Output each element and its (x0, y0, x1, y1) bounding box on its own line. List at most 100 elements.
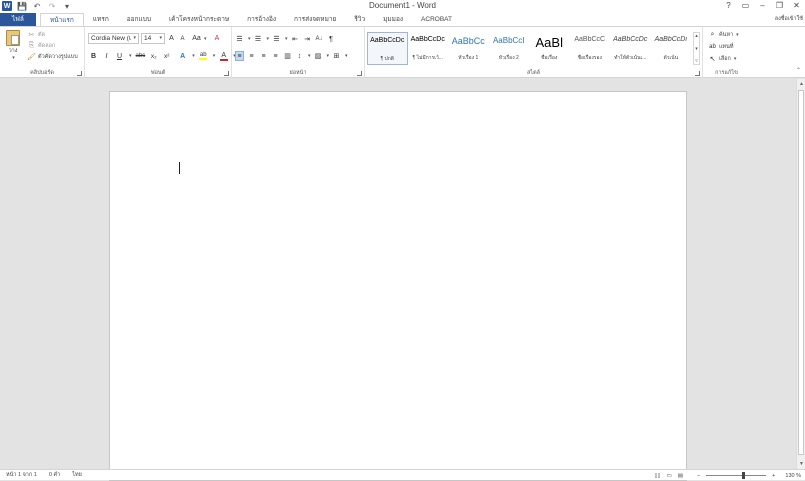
borders-button[interactable]: ⊞ (332, 51, 341, 61)
align-left-button[interactable]: ≡ (235, 51, 244, 61)
style-item[interactable]: AaBbCcC ชื่อเรื่องรอง (570, 32, 611, 65)
style-item[interactable]: AaBbCcDi ตัวเน้น (651, 32, 692, 65)
chevron-up-icon[interactable]: ▴ (695, 33, 698, 39)
select-button[interactable]: ↖ เลือก ▾ (708, 54, 737, 64)
read-mode-icon[interactable]: ▯▯ (654, 473, 660, 479)
sign-in-link[interactable]: ลงชื่อเข้าใช้ (775, 15, 803, 23)
center-button[interactable]: ≡ (247, 51, 256, 61)
zoom-out-button[interactable]: − (697, 473, 700, 479)
style-name: หัวเรื่อง 1 (458, 55, 479, 61)
ribbon-display-button[interactable]: ▭ (737, 0, 754, 12)
tab-review[interactable]: รีวิว (345, 13, 374, 26)
text-effects-button[interactable]: A (178, 51, 187, 61)
tab-insert[interactable]: แทรก (84, 13, 118, 26)
styles-launcher[interactable] (695, 71, 700, 76)
select-label: เลือก (719, 56, 731, 62)
tab-view[interactable]: มุมมอง (374, 13, 412, 26)
tab-references[interactable]: การอ้างอิง (238, 13, 285, 26)
font-name-dropdown[interactable]: Cordia New (เ ▾ (88, 33, 139, 44)
numbering-button[interactable]: ☰ (254, 34, 263, 44)
font-launcher[interactable] (224, 71, 229, 76)
superscript-button[interactable]: x² (162, 51, 171, 61)
font-size-dropdown[interactable]: 14 ▾ (141, 33, 165, 44)
word-count[interactable]: 0 คำ (49, 471, 60, 479)
copy-button[interactable]: ⎘ คัดลอก (27, 41, 56, 51)
style-item[interactable]: AaBbCc หัวเรื่อง 1 (448, 32, 489, 65)
bold-button[interactable]: B (89, 51, 98, 61)
format-painter-icon: 🖌 (27, 54, 36, 61)
scrollbar-thumb[interactable] (798, 90, 804, 455)
paragraph-group-label: ย่อหน้า (289, 70, 307, 76)
ribbon-tabs: ไฟล์ หน้าแรก แทรก ออกแบบ เค้าโครงหน้ากระ… (0, 12, 805, 26)
underline-button[interactable]: U (115, 51, 124, 61)
document-page[interactable] (109, 91, 687, 481)
tab-home[interactable]: หน้าแรก (39, 13, 84, 26)
paragraph-row-2: ≡ ≡ ≡ ≡ ▥ ↕ ▾ ▨ ▾ ⊞ ▾ (235, 51, 348, 61)
columns-button[interactable]: ▥ (283, 51, 292, 61)
cut-label: ตัด (38, 32, 46, 38)
line-spacing-button[interactable]: ↕ (295, 51, 304, 61)
decrease-indent-button[interactable]: ⇤ (291, 34, 300, 44)
paragraph-launcher[interactable] (357, 71, 362, 76)
style-item[interactable]: AaBbCcI หัวเรื่อง 2 (489, 32, 530, 65)
collapse-ribbon-icon[interactable]: ⌃ (796, 67, 801, 74)
vertical-scrollbar[interactable]: ▲ ▼ (796, 79, 805, 469)
format-painter-button[interactable]: 🖌 ตัวคัดวางรูปแบบ (27, 52, 78, 62)
justify-button[interactable]: ≡ (271, 51, 280, 61)
restore-button[interactable]: ❐ (771, 0, 788, 12)
bullets-button[interactable]: ☰ (235, 34, 244, 44)
chevron-down-icon: ▾ (733, 56, 737, 62)
shading-button[interactable]: ▨ (314, 51, 323, 61)
zoom-level[interactable]: 130 % (785, 473, 801, 479)
font-color-button[interactable]: A (219, 51, 228, 61)
cut-button[interactable]: ✂ ตัด (27, 30, 46, 40)
close-button[interactable]: ✕ (788, 0, 805, 12)
style-name: ชื่อเรื่อง (541, 55, 558, 61)
grow-font-button[interactable]: A (167, 34, 176, 44)
align-right-button[interactable]: ≡ (259, 51, 268, 61)
increase-indent-button[interactable]: ⇥ (303, 34, 312, 44)
styles-gallery-scroll[interactable]: ▴ ▾ ▿ (693, 32, 700, 65)
zoom-in-button[interactable]: + (772, 473, 775, 479)
page-count[interactable]: หน้า 1 จาก 1 (6, 471, 37, 479)
clear-formatting-button[interactable]: A (213, 34, 222, 44)
replace-button[interactable]: ab แทนที่ (708, 42, 733, 52)
more-styles-icon[interactable]: ▿ (695, 58, 698, 64)
show-marks-button[interactable]: ¶ (327, 34, 336, 44)
scroll-up-icon[interactable]: ▲ (799, 81, 804, 87)
multilevel-list-button[interactable]: ☰ (272, 34, 281, 44)
style-item[interactable]: AaBbCcDc ทำให้ตัวเน้นเ... (610, 32, 651, 65)
tab-acrobat[interactable]: ACROBAT (412, 13, 461, 26)
style-item[interactable]: AaBl ชื่อเรื่อง (529, 32, 570, 65)
subscript-button[interactable]: x₂ (149, 51, 158, 61)
clipboard-launcher[interactable] (77, 71, 82, 76)
paste-button[interactable]: วาง ▾ (4, 30, 22, 61)
chevron-down-icon[interactable]: ▾ (695, 46, 698, 52)
find-button[interactable]: ⌕ ค้นหา ▾ (708, 30, 739, 40)
style-preview: AaBbCcDi (654, 36, 687, 43)
tab-page-layout[interactable]: เค้าโครงหน้ากระดาษ (160, 13, 238, 26)
print-layout-icon[interactable]: ▭ (667, 473, 672, 479)
tab-design[interactable]: ออกแบบ (118, 13, 160, 26)
zoom-slider[interactable] (706, 472, 767, 479)
style-item[interactable]: AaBbCcDc ¶ ปกติ (367, 32, 408, 65)
shrink-font-button[interactable]: A (178, 34, 187, 44)
highlight-button[interactable]: ab (199, 51, 208, 61)
strikethrough-button[interactable]: abc (136, 51, 146, 61)
styles-group-label: สไตล์ (526, 70, 541, 76)
minimize-button[interactable]: – (754, 0, 771, 12)
title-bar: W 💾 ↶ ↷ ▾ Document1 - Word ? ▭ – ❐ ✕ (0, 0, 805, 12)
zoom-slider-thumb[interactable] (742, 472, 746, 479)
tab-mailings[interactable]: การส่งจดหมาย (285, 13, 345, 26)
style-item[interactable]: AaBbCcDc ¶ ไม่มีการเว้... (408, 32, 449, 65)
change-case-button[interactable]: Aa (192, 34, 201, 44)
italic-button[interactable]: I (102, 51, 111, 61)
scroll-down-icon[interactable]: ▼ (799, 461, 804, 467)
chevron-down-icon: ▾ (204, 35, 207, 42)
sort-button[interactable]: A↓ (315, 34, 324, 44)
tab-file[interactable]: ไฟล์ (0, 13, 36, 26)
web-layout-icon[interactable]: ▤ (678, 473, 683, 479)
help-button[interactable]: ? (720, 0, 737, 12)
proofing-language[interactable]: ไทย (72, 471, 82, 479)
font-row-2: B I U ▾ abc x₂ x² A ▾ ab ▾ A ▾ (89, 51, 236, 61)
